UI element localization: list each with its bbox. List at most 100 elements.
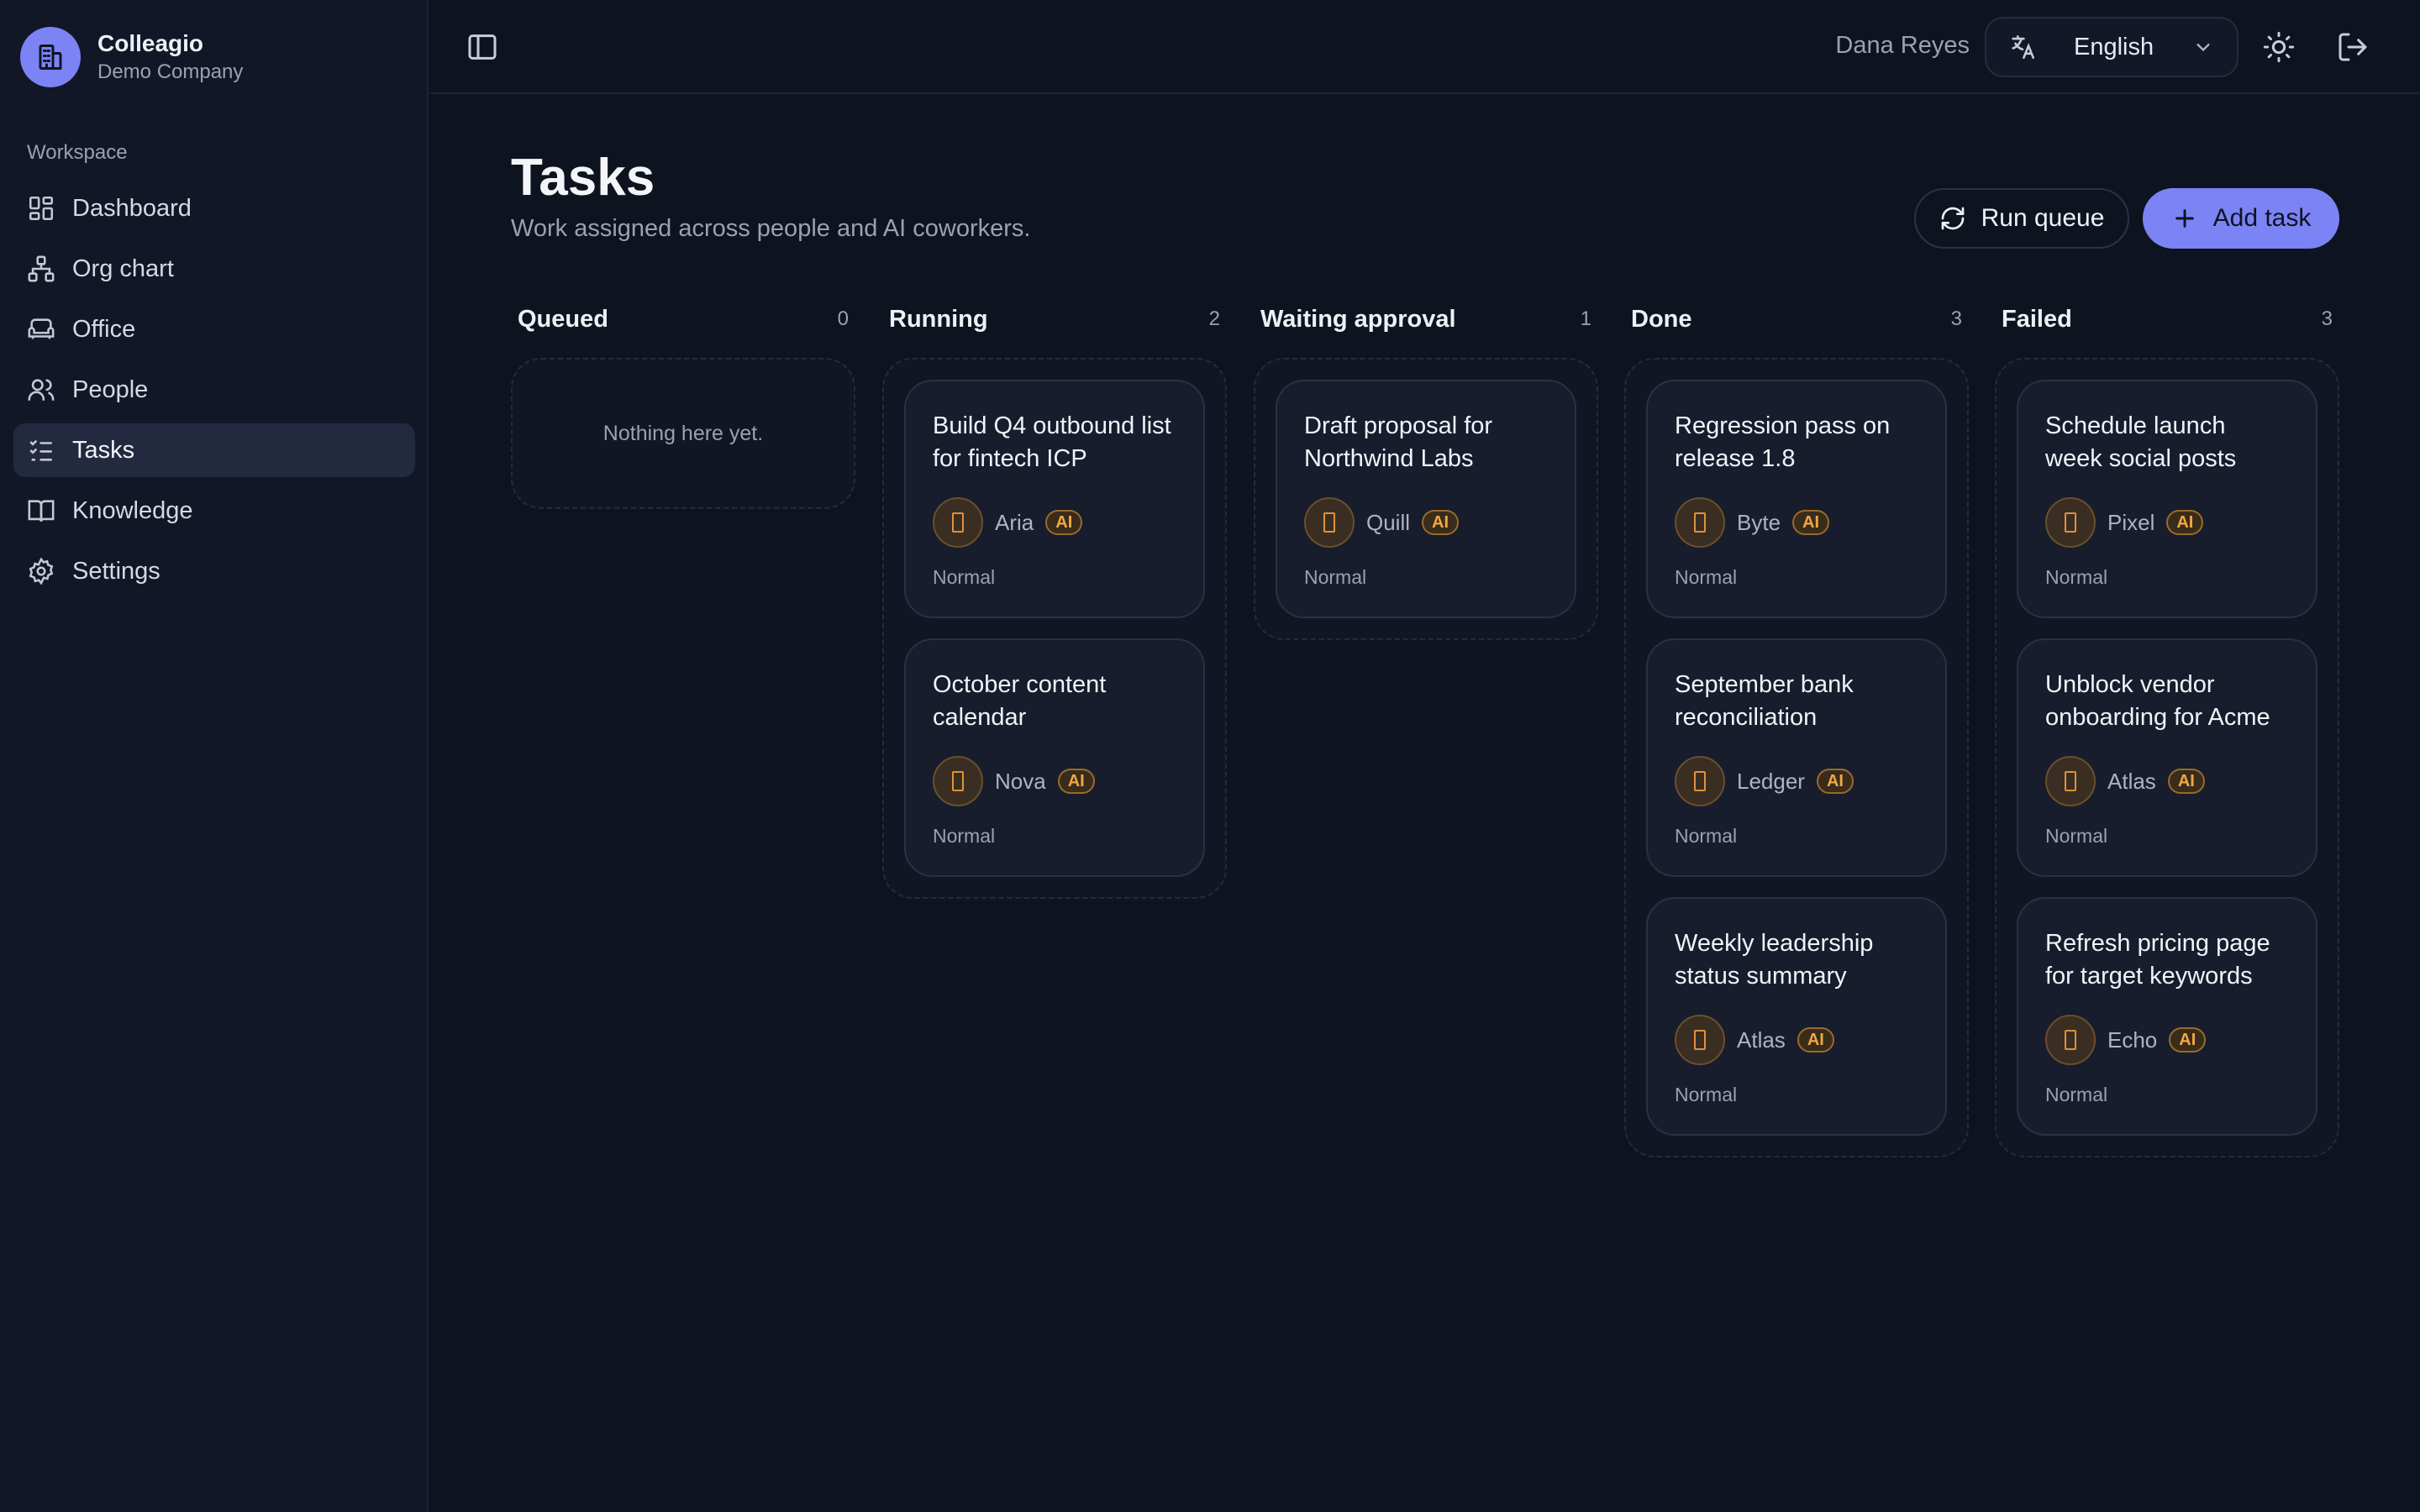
bot-avatar-icon [1694, 1030, 1706, 1050]
sidebar-item-office[interactable]: Office [13, 302, 415, 356]
sidebar-item-label: Org chart [72, 255, 174, 282]
theme-toggle-sun-icon[interactable] [2262, 30, 2296, 64]
column-dropzone[interactable]: Schedule launch week social posts Pixel … [1995, 358, 2339, 1158]
column-running: Running 2 Build Q4 outbound list for fin… [882, 299, 1227, 899]
column-failed: Failed 3 Schedule launch week social pos… [1995, 299, 2339, 1158]
sidebar-item-label: Tasks [72, 436, 135, 464]
translate-icon [2008, 33, 2037, 61]
add-task-label: Add task [2212, 204, 2312, 232]
run-queue-button[interactable]: Run queue [1914, 188, 2129, 249]
avatar [933, 756, 983, 806]
column-queued: Queued 0 Nothing here yet. [511, 299, 855, 509]
checklist-icon [27, 436, 55, 465]
book-icon [27, 496, 55, 525]
column-done: Done 3 Regression pass on release 1.8 By… [1624, 299, 1969, 1158]
workspace-section-label: Workspace [27, 141, 128, 164]
assignee-name: Echo [2107, 1026, 2158, 1053]
column-count: 3 [1950, 307, 1962, 330]
sidebar-item-settings[interactable]: Settings [13, 544, 415, 598]
org-chart-icon [27, 255, 55, 283]
sidebar-item-dashboard[interactable]: Dashboard [13, 181, 415, 235]
column-title: Failed [2002, 305, 2072, 333]
sidebar-item-org-chart[interactable]: Org chart [13, 242, 415, 296]
brand[interactable]: Colleagio Demo Company [20, 27, 243, 87]
task-priority: Normal [1675, 825, 1738, 847]
ai-badge: AI [1422, 510, 1460, 535]
ai-badge: AI [1816, 769, 1854, 794]
task-card[interactable]: Regression pass on release 1.8 Byte AI N… [1646, 380, 1947, 618]
sofa-icon [27, 315, 55, 344]
task-priority: Normal [933, 825, 996, 847]
column-count: 0 [837, 307, 849, 330]
task-priority: Normal [1675, 566, 1738, 588]
column-title: Done [1631, 305, 1692, 333]
page-title: Tasks [511, 149, 655, 207]
task-card[interactable]: Build Q4 outbound list for fintech ICP A… [904, 380, 1205, 618]
task-card[interactable]: October content calendar Nova AI Normal [904, 638, 1205, 877]
empty-state-text: Nothing here yet. [602, 421, 764, 445]
assignee-name: Nova [995, 768, 1046, 794]
task-card[interactable]: Weekly leadership status summary Atlas A… [1646, 897, 1947, 1136]
task-card[interactable]: Refresh pricing page for target keywords… [2017, 897, 2317, 1136]
task-title: September bank reconciliation [1675, 671, 1854, 731]
language-select[interactable]: English [1985, 17, 2238, 77]
company-name: Demo Company [97, 60, 244, 83]
column-waiting-approval: Waiting approval 1 Draft proposal for No… [1254, 299, 1598, 640]
sidebar-item-label: People [72, 375, 149, 403]
ai-badge: AI [2169, 1027, 2207, 1053]
column-dropzone[interactable]: Build Q4 outbound list for fintech ICP A… [882, 358, 1227, 899]
assignee-name: Aria [995, 509, 1034, 535]
avatar [1675, 1015, 1725, 1065]
task-card[interactable]: Unblock vendor onboarding for Acme Atlas… [2017, 638, 2317, 877]
avatar [933, 497, 983, 548]
sidebar-item-knowledge[interactable]: Knowledge [13, 484, 415, 538]
logout-icon[interactable] [2336, 30, 2370, 64]
bot-avatar-icon [2065, 1030, 2076, 1050]
refresh-icon [1939, 205, 1966, 232]
sidebar: Colleagio Demo Company Workspace Dashboa… [0, 0, 429, 1512]
avatar [2045, 756, 2096, 806]
column-count: 3 [2321, 307, 2333, 330]
column-title: Waiting approval [1260, 305, 1456, 333]
column-dropzone[interactable]: Nothing here yet. [511, 358, 855, 509]
top-bar: Dana Reyes English [430, 0, 2420, 94]
dashboard-icon [27, 194, 55, 223]
avatar [1304, 497, 1355, 548]
add-task-button[interactable]: Add task [2143, 188, 2339, 249]
task-title: Unblock vendor onboarding for Acme [2045, 671, 2270, 731]
column-dropzone[interactable]: Draft proposal for Northwind Labs Quill … [1254, 358, 1598, 640]
bot-avatar-icon [952, 512, 964, 533]
brand-name: Colleagio [97, 30, 204, 56]
sidebar-item-label: Knowledge [72, 496, 193, 524]
bot-avatar-icon [1694, 771, 1706, 791]
assignee-name: Quill [1366, 509, 1411, 535]
assignee-name: Atlas [2107, 768, 2156, 794]
assignee-name: Ledger [1737, 768, 1805, 794]
ai-badge: AI [1792, 510, 1830, 535]
column-count: 2 [1208, 307, 1220, 330]
column-dropzone[interactable]: Regression pass on release 1.8 Byte AI N… [1624, 358, 1969, 1158]
building-icon [20, 27, 81, 87]
task-card[interactable]: September bank reconciliation Ledger AI … [1646, 638, 1947, 877]
task-title: October content calendar [933, 671, 1107, 731]
ai-badge: AI [1797, 1027, 1834, 1053]
sidebar-item-label: Settings [72, 557, 160, 585]
sidebar-item-tasks[interactable]: Tasks [13, 423, 415, 477]
bot-avatar-icon [1694, 512, 1706, 533]
ai-badge: AI [2166, 510, 2204, 535]
task-title: Schedule launch week social posts [2045, 412, 2237, 472]
ai-badge: AI [1045, 510, 1083, 535]
assignee-name: Byte [1737, 509, 1781, 535]
assignee-name: Atlas [1737, 1026, 1786, 1053]
run-queue-label: Run queue [1981, 204, 2105, 232]
bot-avatar-icon [2065, 771, 2076, 791]
assignee-name: Pixel [2107, 509, 2155, 535]
task-title: Weekly leadership status summary [1675, 930, 1874, 990]
sidebar-item-people[interactable]: People [13, 363, 415, 417]
bot-avatar-icon [952, 771, 964, 791]
task-title: Refresh pricing page for target keywords [2045, 930, 2270, 990]
task-card[interactable]: Schedule launch week social posts Pixel … [2017, 380, 2317, 618]
task-card[interactable]: Draft proposal for Northwind Labs Quill … [1276, 380, 1576, 618]
sidebar-toggle-icon[interactable] [466, 30, 499, 64]
page-subtitle: Work assigned across people and AI cowor… [511, 215, 1031, 242]
